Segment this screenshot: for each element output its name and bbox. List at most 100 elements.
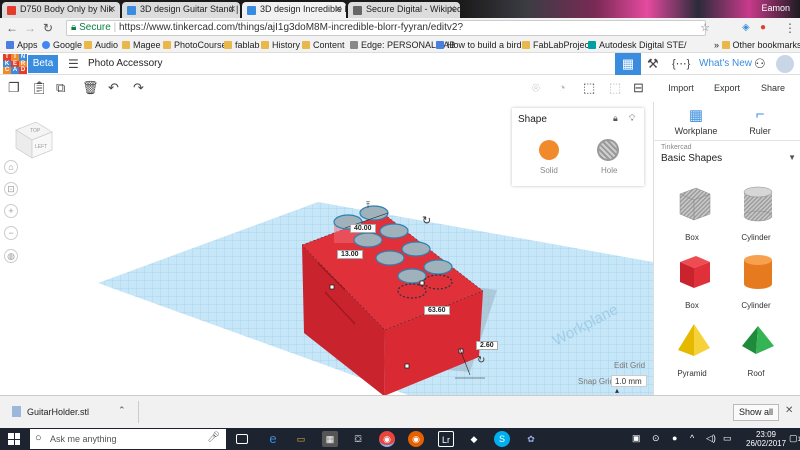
bookmark-item[interactable]: Google xyxy=(42,40,82,50)
dimension-depth-label[interactable]: 13.00 xyxy=(337,250,363,259)
calculator-icon[interactable]: ▦ xyxy=(322,431,338,447)
tray-icon[interactable]: ⊙ xyxy=(652,433,660,444)
zoom-in-icon[interactable]: + xyxy=(4,204,18,218)
forward-icon[interactable]: → xyxy=(24,21,36,35)
category-select[interactable]: Basic Shapes ▼ xyxy=(661,153,796,164)
undo-icon[interactable]: ↶ xyxy=(108,80,119,96)
bookmark-item[interactable]: Autodesk Digital STE/ xyxy=(588,40,687,50)
url-input[interactable]: 🔒︎ Secure | https://www.tinkercad.com/th… xyxy=(66,20,706,36)
edit-grid-link[interactable]: Edit Grid xyxy=(614,361,645,370)
delete-icon[interactable]: 🗑︎ xyxy=(82,80,99,96)
copy-icon[interactable]: ❐ xyxy=(8,80,20,96)
bookmark-item[interactable]: FabLabProjects xyxy=(522,40,596,50)
store-icon[interactable]: ⛋ xyxy=(350,431,366,447)
code-blocks-icon[interactable]: {⋯} xyxy=(672,57,690,70)
bookmark-item[interactable]: PhotoCourse xyxy=(163,40,227,50)
close-icon[interactable]: ✕ xyxy=(228,4,236,15)
task-view-icon[interactable] xyxy=(236,434,248,444)
extension-icon[interactable]: ◈ xyxy=(742,22,750,33)
notification-center-icon[interactable]: ▢11 xyxy=(789,433,800,444)
browser-tab-active[interactable]: 3D design Incredible Blo ✕ xyxy=(242,2,346,18)
shape-box-hole[interactable]: Box xyxy=(662,184,722,244)
rotate-icon[interactable]: ⤒ xyxy=(366,200,370,210)
tray-icon[interactable]: ▣ xyxy=(632,433,641,444)
tinkercad-logo[interactable]: T I N K E R C A D xyxy=(3,54,27,74)
app-icon[interactable]: ◆ xyxy=(466,431,482,447)
bookmark-item[interactable]: Magee xyxy=(122,40,161,50)
duplicate-icon[interactable]: ⧉ xyxy=(56,80,65,96)
network-icon[interactable]: ▭ xyxy=(723,433,732,444)
browser-tab[interactable]: Secure Digital - Wikipedi ✕ xyxy=(348,2,460,18)
home-view-icon[interactable]: ⌂ xyxy=(4,160,18,174)
bulb-icon[interactable]: 💡︎ xyxy=(629,113,635,124)
comment-icon[interactable]: ◔ xyxy=(558,80,566,95)
browser-tab[interactable]: D750 Body Only by Nik ✕ xyxy=(2,2,120,18)
windows-start-icon[interactable] xyxy=(8,433,20,445)
shape-cylinder-hole[interactable]: Cylinder xyxy=(726,184,786,244)
app-icon[interactable]: ✿ xyxy=(523,431,539,447)
import-button[interactable]: Import xyxy=(657,80,705,97)
close-icon[interactable]: ✕ xyxy=(108,4,116,15)
workplane-tool[interactable]: ▦ Workplane xyxy=(666,106,726,136)
paste-icon[interactable]: 📋︎ xyxy=(31,80,48,96)
bulb-icon[interactable]: ⌾ xyxy=(532,80,540,96)
design-menu-icon[interactable]: ☰ xyxy=(68,57,79,71)
grid-view-icon[interactable]: ▦ xyxy=(615,53,641,75)
view-cube[interactable]: TOP LEFT xyxy=(12,118,56,160)
align-icon[interactable]: ⊟ xyxy=(633,80,644,96)
taskbar-search[interactable]: ○ Ask me anything 🎤︎ xyxy=(30,429,226,449)
hammer-pickaxe-icon[interactable]: ⚒ xyxy=(647,56,659,72)
ungroup-icon[interactable]: ⬚ xyxy=(609,80,621,96)
whats-new-link[interactable]: What's New xyxy=(699,58,752,69)
lock-icon[interactable]: 🔒︎ xyxy=(613,113,618,124)
rotate-icon[interactable]: ↻ xyxy=(477,355,485,366)
dimension-length-label[interactable]: 63.60 xyxy=(424,306,450,315)
avatar[interactable] xyxy=(776,55,794,73)
bookmark-item[interactable]: fablab xyxy=(224,40,260,50)
browser-tab[interactable]: 3D design Guitar Stand | ✕ xyxy=(122,2,240,18)
group-icon[interactable]: ⬚ xyxy=(583,80,595,96)
skype-icon[interactable]: S xyxy=(494,431,510,447)
edge-icon[interactable]: e xyxy=(265,431,281,447)
snap-grid-select[interactable]: 1.0 mm ▴ xyxy=(611,375,647,395)
close-icon[interactable]: ✕ xyxy=(448,4,456,15)
export-button[interactable]: Export xyxy=(703,80,751,97)
redo-icon[interactable]: ↷ xyxy=(133,80,144,96)
firefox-icon[interactable]: ◉ xyxy=(408,431,424,447)
download-item[interactable]: GuitarHolder.stl xyxy=(12,406,89,417)
lightroom-icon[interactable]: Lr xyxy=(438,431,454,447)
profile-name[interactable]: Eamon xyxy=(761,3,790,13)
shape-pyramid[interactable]: Pyramid xyxy=(662,320,722,380)
bookmark-item[interactable]: Audio xyxy=(84,40,118,50)
shape-cylinder[interactable]: Cylinder xyxy=(726,252,786,312)
fit-view-icon[interactable]: ⊡ xyxy=(4,182,18,196)
ruler-tool[interactable]: ⌐ Ruler xyxy=(730,106,790,136)
mic-icon[interactable]: 🎤︎ xyxy=(207,432,220,443)
solid-option[interactable] xyxy=(539,140,559,160)
close-icon[interactable]: ✕ xyxy=(334,4,342,15)
zoom-out-icon[interactable]: − xyxy=(4,226,18,240)
rotate-icon[interactable]: ↻ xyxy=(422,215,431,227)
file-explorer-icon[interactable]: ▭ xyxy=(293,431,309,447)
chevron-up-icon[interactable]: ⌃ xyxy=(118,405,126,416)
design-title[interactable]: Photo Accessory xyxy=(88,58,162,69)
menu-icon[interactable]: ⋮ xyxy=(784,21,796,35)
bookmark-item[interactable]: Content xyxy=(302,40,345,50)
dimension-width-label[interactable]: 40.00 xyxy=(350,224,376,233)
bookmark-star-icon[interactable]: ☆ xyxy=(700,21,710,34)
dimension-height-label[interactable]: 2.60 xyxy=(476,341,498,350)
bookmark-other[interactable]: » Other bookmarks xyxy=(714,40,800,50)
close-icon[interactable]: ✕ xyxy=(785,405,793,416)
extension-icon[interactable]: ● xyxy=(760,22,766,33)
shape-box[interactable]: Box xyxy=(662,252,722,312)
bookmark-item[interactable]: Apps xyxy=(6,40,38,50)
share-button[interactable]: Share xyxy=(750,80,796,97)
tray-icon[interactable]: ● xyxy=(672,433,677,443)
bookmark-item[interactable]: How to build a bird b xyxy=(436,40,529,50)
reload-icon[interactable]: ↻ xyxy=(43,21,53,35)
show-all-button[interactable]: Show all xyxy=(733,404,779,421)
tray-expand-icon[interactable]: ^ xyxy=(690,433,694,443)
hole-option[interactable] xyxy=(597,139,619,161)
shape-roof[interactable]: Roof xyxy=(726,320,786,380)
perspective-icon[interactable]: ◍ xyxy=(4,249,18,263)
